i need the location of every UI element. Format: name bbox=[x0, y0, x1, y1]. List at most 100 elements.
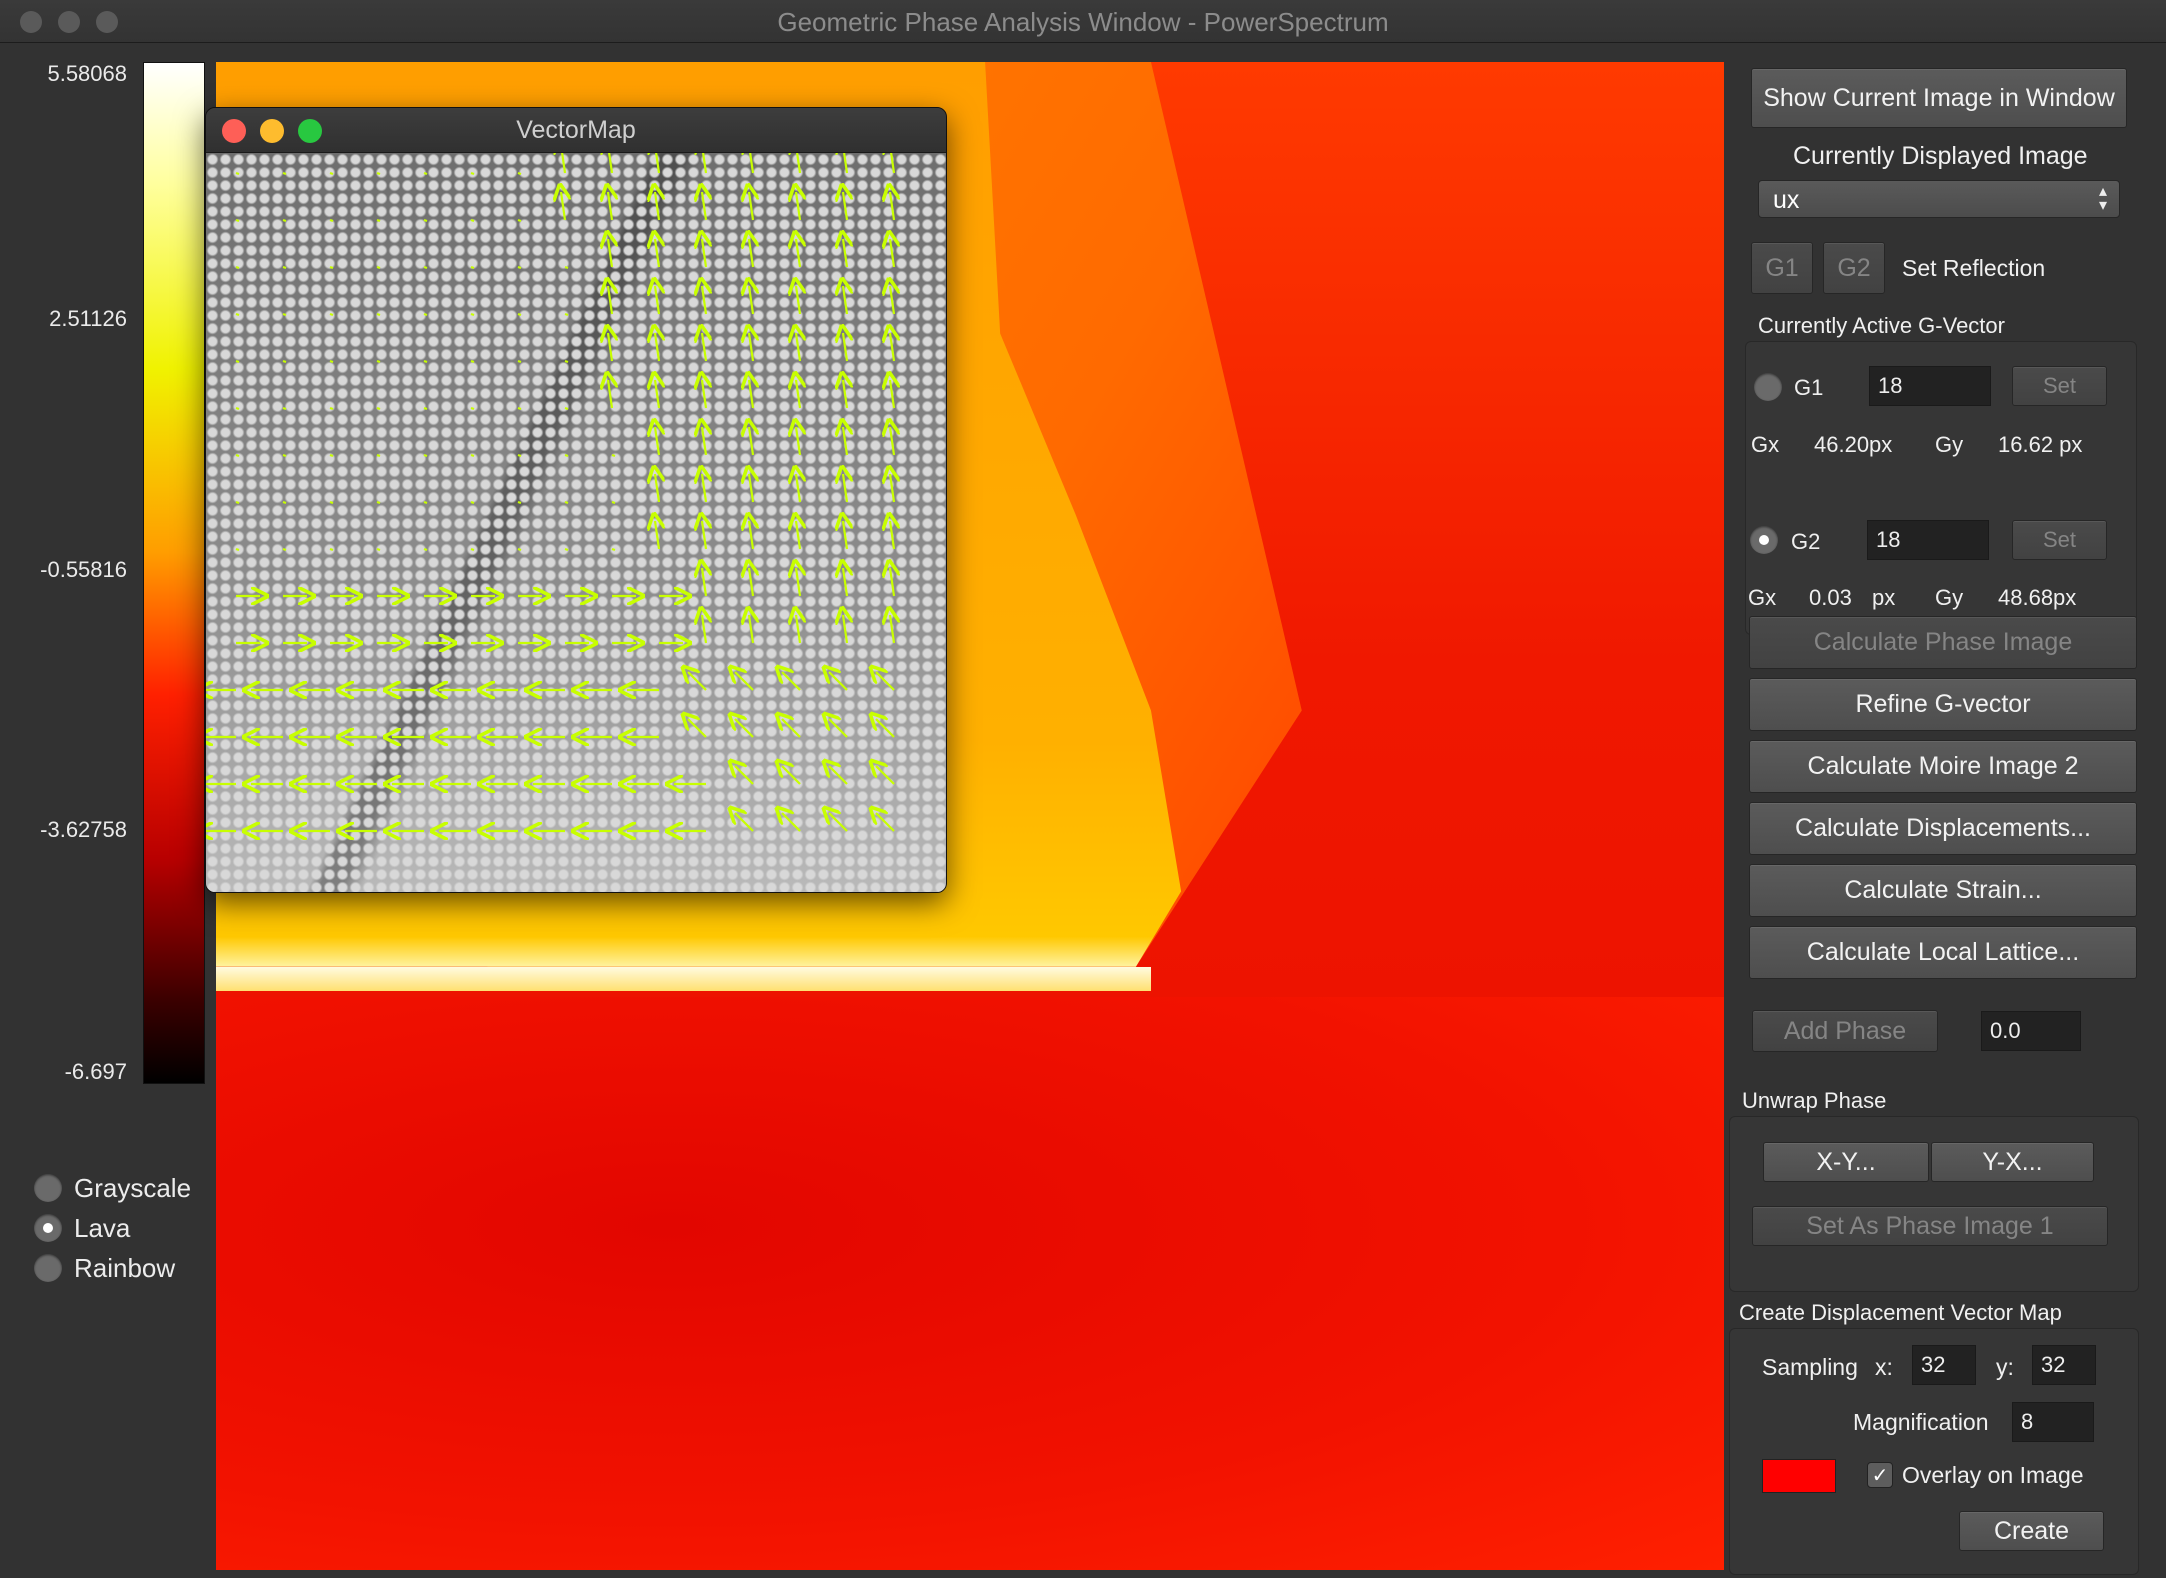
displacement-arrow bbox=[655, 192, 659, 221]
window-title: Geometric Phase Analysis Window - PowerS… bbox=[777, 7, 1389, 37]
displacement-arrow bbox=[376, 547, 381, 552]
displacement-arrow bbox=[235, 218, 240, 223]
displacement-arrow bbox=[702, 568, 706, 597]
displacement-arrow bbox=[735, 766, 754, 785]
displacement-arrow bbox=[843, 521, 847, 550]
magnification-field[interactable] bbox=[2012, 1402, 2094, 1442]
displacement-arrow bbox=[655, 333, 659, 362]
displacement-arrow bbox=[890, 380, 894, 409]
displacement-arrow bbox=[702, 192, 706, 221]
g2-reflection-button[interactable]: G2 bbox=[1823, 242, 1885, 294]
g1-value-field[interactable] bbox=[1869, 366, 1991, 406]
g2-gx-value: 0.03 bbox=[1809, 585, 1852, 610]
g1-set-button[interactable]: Set bbox=[2012, 366, 2107, 406]
displacement-vector-overlay bbox=[206, 153, 946, 892]
displacement-arrow bbox=[749, 474, 753, 503]
displacement-arrow bbox=[611, 453, 616, 458]
displacement-arrow bbox=[702, 427, 706, 456]
displacement-arrow bbox=[376, 406, 381, 411]
calculate-displacements-button[interactable]: Calculate Displacements... bbox=[1749, 802, 2137, 855]
colormap-rainbow-radio[interactable] bbox=[34, 1254, 62, 1282]
vector-color-swatch[interactable] bbox=[1762, 1459, 1836, 1493]
g2-value-field[interactable] bbox=[1867, 520, 1989, 560]
displacement-arrow bbox=[688, 672, 707, 691]
g2-gy-value: 48.68px bbox=[1998, 585, 2077, 610]
displacement-arrow bbox=[329, 406, 334, 411]
displacement-arrow bbox=[282, 359, 287, 364]
displayed-image-select[interactable]: ux ▴ ▾ bbox=[1758, 180, 2120, 218]
sampling-y-field[interactable] bbox=[2032, 1345, 2096, 1385]
displacement-arrow bbox=[702, 239, 706, 268]
displacement-arrow bbox=[702, 474, 706, 503]
displacement-arrow bbox=[796, 521, 800, 550]
unwrap-yx-button[interactable]: Y-X... bbox=[1931, 1142, 2094, 1182]
colormap-lava-radio[interactable] bbox=[34, 1214, 62, 1242]
colormap-grayscale-radio[interactable] bbox=[34, 1174, 62, 1202]
displacement-arrow bbox=[376, 500, 381, 505]
colormap-grayscale[interactable]: Grayscale bbox=[34, 1171, 191, 1205]
colorbar-label-4: -3.62758 bbox=[40, 817, 127, 842]
displacement-arrow bbox=[423, 359, 428, 364]
set-as-phase-image-1-button[interactable]: Set As Phase Image 1 bbox=[1752, 1206, 2108, 1246]
displacement-arrow bbox=[735, 719, 754, 738]
displacement-arrow bbox=[796, 427, 800, 456]
g1-reflection-button[interactable]: G1 bbox=[1751, 242, 1813, 294]
vectormap-window[interactable]: VectorMap bbox=[205, 107, 947, 893]
displacement-arrow bbox=[235, 265, 240, 270]
displacement-arrow bbox=[235, 359, 240, 364]
create-button[interactable]: Create bbox=[1959, 1511, 2104, 1551]
displacement-arrow bbox=[688, 719, 707, 738]
displacement-arrow bbox=[470, 171, 475, 176]
colormap-rainbow[interactable]: Rainbow bbox=[34, 1251, 175, 1285]
displacement-arrow bbox=[235, 500, 240, 505]
displacement-arrow bbox=[702, 153, 706, 174]
colorbar-label-2: 2.51126 bbox=[49, 306, 127, 331]
displacement-arrow bbox=[561, 153, 565, 174]
vectormap-title: VectorMap bbox=[516, 116, 636, 144]
displacement-arrow bbox=[423, 500, 428, 505]
g2-radio[interactable] bbox=[1750, 526, 1778, 554]
add-phase-field[interactable] bbox=[1981, 1011, 2081, 1051]
colorbar-label-max: 5.58068 bbox=[47, 61, 127, 86]
colormap-lava[interactable]: Lava bbox=[34, 1211, 130, 1245]
calculate-local-lattice-button[interactable]: Calculate Local Lattice... bbox=[1749, 926, 2137, 979]
displacement-arrow bbox=[890, 615, 894, 644]
displacement-arrow bbox=[782, 672, 801, 691]
displacement-arrow bbox=[235, 547, 240, 552]
displacement-arrow bbox=[843, 615, 847, 644]
show-current-image-button[interactable]: Show Current Image in Window bbox=[1751, 68, 2127, 128]
calculate-strain-button[interactable]: Calculate Strain... bbox=[1749, 864, 2137, 917]
sampling-x-field[interactable] bbox=[1912, 1345, 1976, 1385]
displacement-arrow bbox=[843, 568, 847, 597]
displacement-arrow bbox=[561, 192, 565, 221]
displacement-arrow bbox=[890, 568, 894, 597]
displacement-arrow bbox=[282, 171, 287, 176]
displacement-arrow bbox=[564, 312, 569, 317]
displacement-arrow bbox=[423, 171, 428, 176]
displacement-arrow bbox=[376, 265, 381, 270]
displacement-arrow bbox=[749, 427, 753, 456]
overlay-checkbox[interactable]: ✓ bbox=[1867, 1462, 1893, 1488]
displacement-arrow bbox=[423, 453, 428, 458]
displacement-arrow bbox=[702, 521, 706, 550]
displacement-arrow bbox=[282, 547, 287, 552]
displacement-arrow bbox=[611, 500, 616, 505]
displacement-arrow bbox=[796, 153, 800, 174]
displacement-arrow bbox=[890, 153, 894, 174]
refine-gvector-button[interactable]: Refine G-vector bbox=[1749, 678, 2137, 731]
g1-radio[interactable] bbox=[1754, 373, 1782, 401]
calculate-phase-image-button[interactable]: Calculate Phase Image bbox=[1749, 616, 2137, 669]
displacement-arrow bbox=[655, 427, 659, 456]
add-phase-button[interactable]: Add Phase bbox=[1752, 1010, 1938, 1052]
unwrap-xy-button[interactable]: X-Y... bbox=[1763, 1142, 1929, 1182]
displacement-arrow bbox=[702, 380, 706, 409]
displacement-arrow bbox=[423, 406, 428, 411]
overlay-on-image-label: Overlay on Image bbox=[1902, 1462, 2084, 1488]
g2-set-button[interactable]: Set bbox=[2012, 520, 2107, 560]
displacement-arrow bbox=[749, 239, 753, 268]
calculate-moire-button[interactable]: Calculate Moire Image 2 bbox=[1749, 740, 2137, 793]
displacement-arrow bbox=[517, 359, 522, 364]
displacement-arrow bbox=[702, 333, 706, 362]
displacement-arrow bbox=[517, 265, 522, 270]
g2-gx-unit: px bbox=[1872, 585, 1896, 610]
